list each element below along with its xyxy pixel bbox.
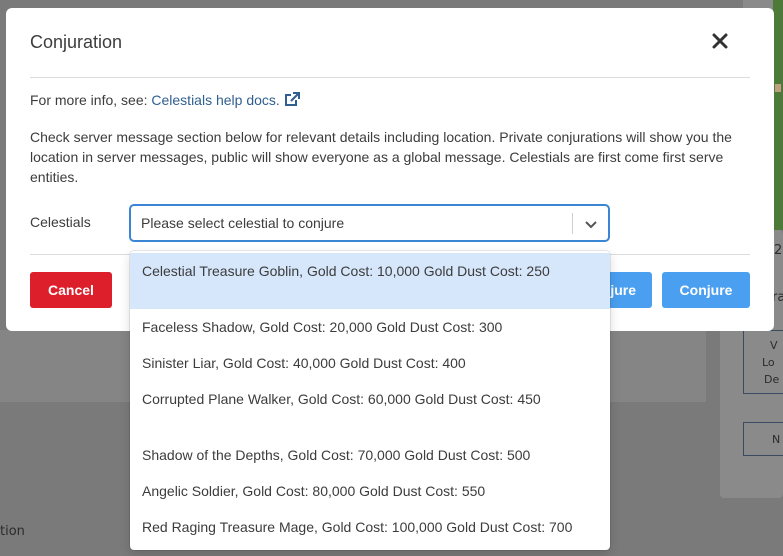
chevron-down-icon[interactable] — [582, 215, 600, 233]
background-text: tion — [0, 524, 25, 539]
menu-option[interactable]: Celestial Treasure Goblin, Gold Cost: 10… — [130, 253, 610, 309]
background-box: V Lo De — [743, 330, 783, 394]
celestial-select[interactable]: Please select celestial to conjure — [129, 204, 610, 242]
description: Check server message section below for r… — [30, 129, 732, 185]
external-link-icon — [284, 92, 300, 106]
modal-title: Conjuration — [30, 32, 123, 52]
close-icon — [712, 33, 728, 49]
info-line: For more info, see: Celestials help docs… — [30, 92, 300, 108]
celestial-options-menu: Celestial Treasure Goblin, Gold Cost: 10… — [130, 251, 610, 550]
menu-option[interactable]: Red Raging Treasure Mage, Gold Cost: 100… — [130, 509, 610, 550]
help-docs-link[interactable]: Celestials help docs. — [151, 92, 300, 108]
select-placeholder: Please select celestial to conjure — [141, 215, 345, 231]
info-prefix: For more info, see: — [30, 92, 152, 108]
background-button: N — [743, 422, 783, 456]
cancel-button[interactable]: Cancel — [30, 272, 112, 308]
menu-option[interactable]: Sinister Liar, Gold Cost: 40,000 Gold Du… — [130, 345, 610, 381]
close-button[interactable] — [712, 33, 734, 55]
menu-option[interactable]: Shadow of the Depths, Gold Cost: 70,000 … — [130, 437, 610, 473]
celestials-label: Celestials — [30, 214, 91, 230]
conjure-button[interactable]: Conjure — [662, 272, 750, 308]
select-separator — [572, 213, 573, 234]
menu-option[interactable]: Angelic Soldier, Gold Cost: 80,000 Gold … — [130, 473, 610, 509]
menu-option[interactable]: Faceless Shadow, Gold Cost: 20,000 Gold … — [130, 309, 610, 345]
header-divider — [30, 77, 750, 78]
background-number: 2 — [774, 243, 783, 258]
menu-option[interactable]: Corrupted Plane Walker, Gold Cost: 60,00… — [130, 381, 610, 437]
